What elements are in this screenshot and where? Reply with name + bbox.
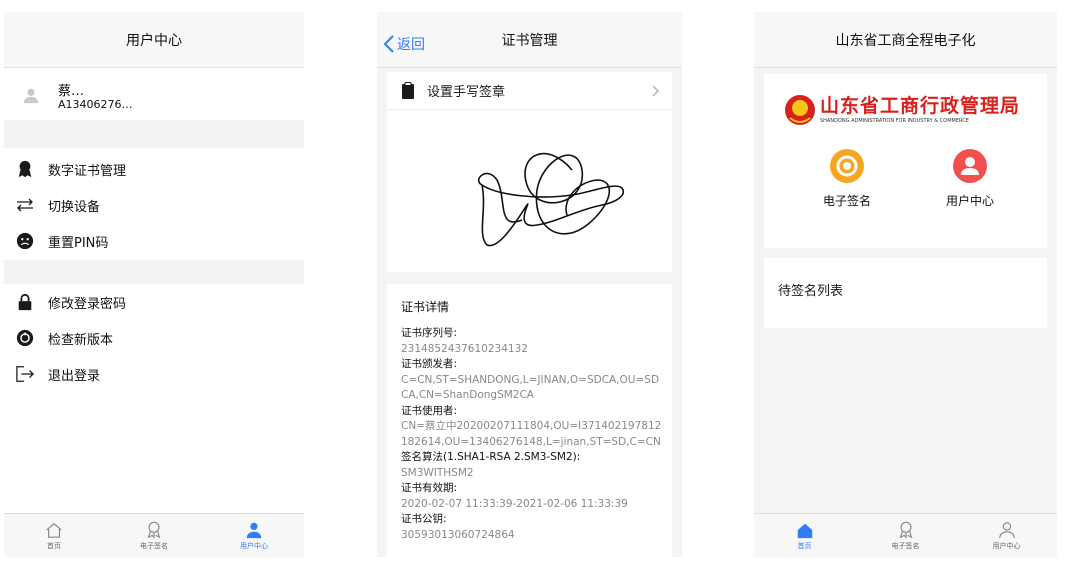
medal-icon (899, 521, 912, 539)
pending-list-card: 待签名列表 (764, 258, 1047, 328)
logo-subtext: SHANDONG ADMINISTRATION FOR INDUSTRY & C… (820, 118, 969, 124)
page-title: 用户中心 (126, 32, 182, 49)
detail-value: 30593013060724864 (401, 528, 515, 541)
detail-key: 证书公钥: (401, 513, 447, 525)
menu-label: 修改登录密码 (48, 296, 127, 312)
menu-cert-management[interactable]: 数字证书管理 (4, 151, 304, 187)
set-signature-label: 设置手写签章 (427, 85, 506, 100)
logo-text: 山东省工商行政管理局 (820, 95, 1021, 117)
detail-key: 证书有效期: (401, 482, 458, 494)
lock-icon (14, 291, 36, 313)
signature-card: 设置手写签章 (387, 72, 672, 272)
avatar-icon (23, 88, 39, 104)
detail-key: 证书颁发者: (401, 358, 458, 370)
tab-label: 首页 (47, 541, 61, 550)
back-label: 返回 (397, 37, 425, 53)
detail-key: 证书使用者: (401, 404, 458, 417)
menu-logout[interactable]: 退出登录 (4, 356, 304, 392)
user-name: 蔡… (58, 84, 85, 99)
tile-label: 电子签名 (822, 194, 871, 208)
swap-icon (14, 194, 36, 216)
divider (4, 120, 304, 148)
ribbon-icon (14, 158, 36, 180)
chevron-left-icon (383, 35, 394, 53)
user-center-screen: 用户中心 蔡… A13406276… 数字证书管理 切换设备 重置PIN码 修改… (4, 12, 304, 557)
cert-management-screen: 返回 证书管理 设置手写签章 证书详情 证书序列号: 2314852437610… (377, 12, 682, 557)
tab-label: 首页 (797, 541, 812, 550)
clipboard-icon (402, 81, 414, 99)
page-title: 山东省工商全程电子化 (835, 32, 976, 49)
logo-card: 山东省工商行政管理局 SHANDONG ADMINISTRATION FOR I… (764, 74, 1047, 248)
divider (4, 260, 304, 284)
menu-change-password[interactable]: 修改登录密码 (4, 284, 304, 320)
logout-icon (14, 363, 36, 385)
detail-value: 2314852437610234132 (401, 342, 528, 355)
handwritten-signature (477, 152, 624, 247)
cert-details-card: 证书详情 证书序列号: 2314852437610234132 证书颁发者: C… (387, 284, 672, 557)
agency-logo: 山东省工商行政管理局 SHANDONG ADMINISTRATION FOR I… (784, 94, 1020, 126)
details-title: 证书详情 (401, 300, 450, 314)
update-icon (14, 327, 36, 349)
menu-reset-pin[interactable]: 重置PIN码 (4, 223, 304, 259)
tab-bar: 首页 电子签名 用户中心 (754, 513, 1057, 557)
profile-row[interactable]: 蔡… A13406276… (4, 70, 304, 120)
detail-value: 2020-02-07 11:33:39-2021-02-06 11:33:39 (401, 497, 628, 510)
details-list: 证书序列号: 2314852437610234132 证书颁发者: C=CN,S… (401, 326, 664, 543)
tab-label: 电子签名 (891, 541, 920, 550)
pending-title: 待签名列表 (778, 284, 844, 299)
emblem-icon (785, 95, 815, 125)
home-icon (797, 523, 812, 538)
tab-esign[interactable]: 电子签名 (855, 514, 956, 557)
navbar: 山东省工商全程电子化 (754, 12, 1057, 68)
tab-label: 用户中心 (240, 541, 268, 550)
back-button[interactable]: 返回 (383, 34, 425, 54)
user-icon (246, 522, 262, 538)
navbar: 用户中心 (4, 12, 304, 68)
menu-switch-device[interactable]: 切换设备 (4, 187, 304, 223)
detail-key: 证书序列号: (401, 327, 458, 339)
tile-user-center[interactable]: 用户中心 (935, 148, 1005, 209)
tab-user-center[interactable]: 用户中心 (204, 514, 304, 557)
tab-home[interactable]: 首页 (4, 514, 104, 557)
detail-key: 签名算法(1.SHA1-RSA 2.SM3-SM2): (401, 451, 581, 463)
set-signature-row[interactable]: 设置手写签章 (387, 72, 672, 110)
home-screen: 山东省工商全程电子化 山东省工商行政管理局 SHANDONG ADMINISTR… (754, 12, 1057, 557)
detail-value: SM3WITHSM2 (401, 466, 474, 479)
navbar: 返回 证书管理 (377, 12, 682, 68)
menu-label: 重置PIN码 (48, 235, 109, 251)
home-icon (46, 522, 62, 538)
medal-icon (147, 521, 161, 539)
page-title: 证书管理 (501, 32, 558, 49)
menu-label: 数字证书管理 (48, 163, 127, 179)
detail-value: C=CN,ST=SHANDONG,L=JINAN,O=SDCA,OU=SDCA,… (401, 373, 660, 402)
detail-value: CN=蔡立中20200207111804,OU=I371402197812182… (401, 420, 662, 448)
tab-label: 电子签名 (140, 541, 168, 550)
tab-bar: 首页 电子签名 用户中心 (4, 513, 304, 557)
tab-home[interactable]: 首页 (754, 514, 855, 557)
tile-esign[interactable]: 电子签名 (812, 148, 882, 209)
tile-label: 用户中心 (945, 194, 994, 208)
tab-label: 用户中心 (992, 541, 1021, 550)
menu-label: 检查新版本 (48, 332, 114, 348)
user-id: A13406276… (58, 98, 133, 111)
tab-esign[interactable]: 电子签名 (104, 514, 204, 557)
medal-icon (830, 149, 864, 183)
tab-user-center[interactable]: 用户中心 (956, 514, 1057, 557)
menu-label: 退出登录 (48, 368, 101, 384)
reset-icon (14, 230, 36, 252)
user-icon (998, 521, 1015, 538)
menu-check-update[interactable]: 检查新版本 (4, 320, 304, 356)
user-icon (953, 149, 987, 183)
chevron-right-icon (652, 84, 660, 97)
menu-label: 切换设备 (48, 199, 101, 215)
